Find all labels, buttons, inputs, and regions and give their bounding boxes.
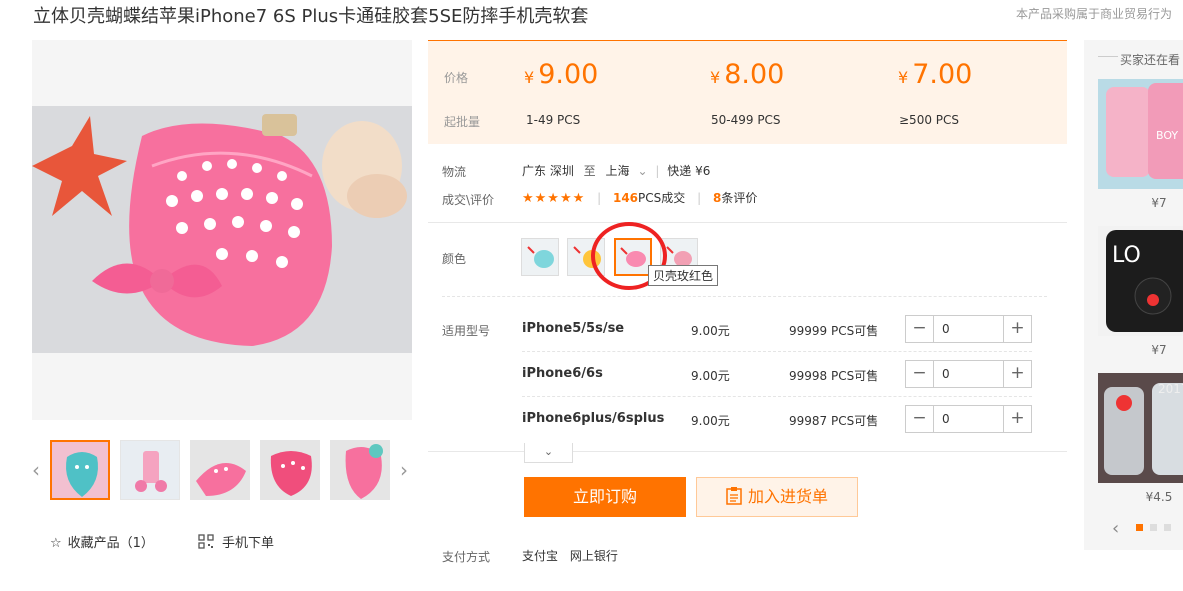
deals-label: 成交\评价 — [442, 193, 495, 207]
payment-methods: 支付宝 网上银行 — [522, 547, 618, 564]
tier-2-range: 50-499 PCS — [711, 113, 781, 127]
model-stock: 99999 PCS可售 — [789, 324, 879, 338]
model-stock: 99987 PCS可售 — [789, 414, 879, 428]
divider — [428, 222, 1067, 223]
to-word: 至 — [583, 164, 596, 178]
favorite-label: 收藏产品（1） — [67, 536, 154, 551]
quantity-stepper: − 0 + — [905, 315, 1032, 343]
model-price: 9.00元 — [691, 369, 730, 383]
thumbnail-1[interactable] — [50, 440, 110, 500]
logistics-label: 物流 — [442, 165, 467, 179]
recommended-item-2[interactable]: LO — [1098, 226, 1183, 336]
expand-models-button[interactable]: ⌄ — [524, 443, 573, 463]
clipboard-icon — [726, 481, 742, 519]
quantity-input[interactable]: 0 — [942, 322, 950, 336]
product-photo — [32, 106, 412, 353]
thumbnail-5[interactable] — [330, 440, 390, 500]
models-label: 适用型号 — [442, 324, 491, 338]
svg-text:LO: LO — [1112, 243, 1141, 268]
product-title: 立体贝壳蝴蝶结苹果iPhone7 6S Plus卡通硅胶套5SE防摔手机壳软套 — [33, 6, 589, 27]
sidebar-prev-arrow[interactable]: ‹ — [1112, 518, 1119, 539]
thumbnail-2[interactable] — [120, 440, 180, 500]
ship-from: 广东 深圳 — [522, 164, 574, 178]
svg-text:2017: 2017 — [1158, 382, 1183, 396]
quantity-input[interactable]: 0 — [942, 367, 950, 381]
main-product-image[interactable] — [32, 40, 412, 420]
divider — [522, 351, 1032, 352]
model-price: 9.00元 — [691, 324, 730, 338]
sidebar-title: 买家还在看 — [1120, 53, 1181, 67]
price-label: 价格 — [444, 71, 469, 85]
recommended-item-2-price: ¥7 — [1151, 343, 1167, 357]
svg-text:BOY: BOY — [1156, 129, 1178, 142]
divider — [1098, 56, 1118, 57]
payment-online-bank: 网上银行 — [569, 549, 618, 563]
minus-icon[interactable]: − — [906, 316, 934, 342]
payment-alipay: 支付宝 — [522, 549, 559, 563]
mobile-order-label: 手机下单 — [222, 536, 275, 551]
thumbnail-strip: ‹ › — [32, 440, 416, 500]
trade-note: 本产品采购属于商业贸易行为 — [1015, 7, 1172, 21]
thumb-prev-arrow[interactable]: ‹ — [32, 458, 40, 482]
recommendation-sidebar: 买家还在看 BOY ¥7 LO ¥7 2017 ¥4.5 ‹ — [1084, 40, 1183, 550]
recommended-item-1-price: ¥7 — [1151, 196, 1167, 210]
carousel-dot[interactable] — [1150, 524, 1157, 531]
buy-now-button[interactable]: 立即订购 — [524, 477, 686, 517]
thumbnail-3[interactable] — [190, 440, 250, 500]
plus-icon[interactable]: + — [1003, 406, 1031, 432]
divider — [442, 296, 1047, 297]
ship-to-selector[interactable]: 上海 ⌄ — [606, 164, 648, 178]
tier-1-price: ¥9.00 — [524, 59, 599, 90]
recommended-item-3-price: ¥4.5 — [1145, 490, 1173, 504]
add-to-cart-button[interactable]: 加入进货单 — [696, 477, 858, 517]
carousel-dot-active[interactable] — [1136, 524, 1143, 531]
shipping-fee: 快递 ¥6 — [667, 164, 711, 178]
carousel-dot[interactable] — [1164, 524, 1171, 531]
model-price: 9.00元 — [691, 414, 730, 428]
tier-2-price: ¥8.00 — [710, 59, 785, 90]
quantity-stepper: − 0 + — [905, 405, 1032, 433]
price-panel: 价格 起批量 ¥9.00 1-49 PCS ¥8.00 50-499 PCS ¥… — [428, 40, 1067, 144]
model-name: iPhone5/5s/se — [522, 321, 625, 336]
star-outline-icon: ☆ — [50, 536, 62, 551]
chevron-down-icon: ⌄ — [637, 164, 648, 178]
tier-3-range: ≥500 PCS — [899, 113, 960, 127]
model-name: iPhone6/6s — [522, 366, 603, 381]
model-name: iPhone6plus/6splus — [522, 411, 665, 426]
rating-stars: ★★★★★ — [522, 191, 586, 206]
deals-info: ★★★★★ | 146PCS成交 | 8条评价 — [522, 191, 758, 206]
minus-icon[interactable]: − — [906, 406, 934, 432]
qr-code-icon — [198, 534, 214, 553]
tier-3-price: ¥7.00 — [898, 59, 973, 90]
model-stock: 99998 PCS可售 — [789, 369, 879, 383]
mobile-order-link[interactable]: 手机下单 — [198, 532, 274, 553]
color-tooltip: 贝壳玫红色 — [648, 265, 719, 286]
sold-count[interactable]: 146PCS成交 — [613, 191, 685, 205]
tier-1-range: 1-49 PCS — [526, 113, 581, 127]
color-swatch-1[interactable] — [521, 238, 559, 276]
color-label: 颜色 — [442, 252, 467, 266]
plus-icon[interactable]: + — [1003, 361, 1031, 387]
logistics-info: 广东 深圳 至 上海 ⌄ | 快递 ¥6 — [522, 164, 711, 178]
moq-label: 起批量 — [444, 115, 481, 129]
payment-label: 支付方式 — [442, 550, 491, 564]
recommended-item-3[interactable]: 2017 — [1098, 373, 1183, 483]
quantity-stepper: − 0 + — [905, 360, 1032, 388]
quantity-input[interactable]: 0 — [942, 412, 950, 426]
thumb-next-arrow[interactable]: › — [400, 458, 408, 482]
recommended-item-1[interactable]: BOY — [1098, 79, 1183, 189]
minus-icon[interactable]: − — [906, 361, 934, 387]
review-count[interactable]: 8条评价 — [713, 191, 757, 205]
plus-icon[interactable]: + — [1003, 316, 1031, 342]
thumbnail-4[interactable] — [260, 440, 320, 500]
add-to-cart-label: 加入进货单 — [747, 487, 828, 506]
favorite-link[interactable]: ☆ 收藏产品（1） — [50, 532, 154, 551]
divider — [522, 396, 1032, 397]
chevron-down-icon: ⌄ — [543, 445, 554, 458]
